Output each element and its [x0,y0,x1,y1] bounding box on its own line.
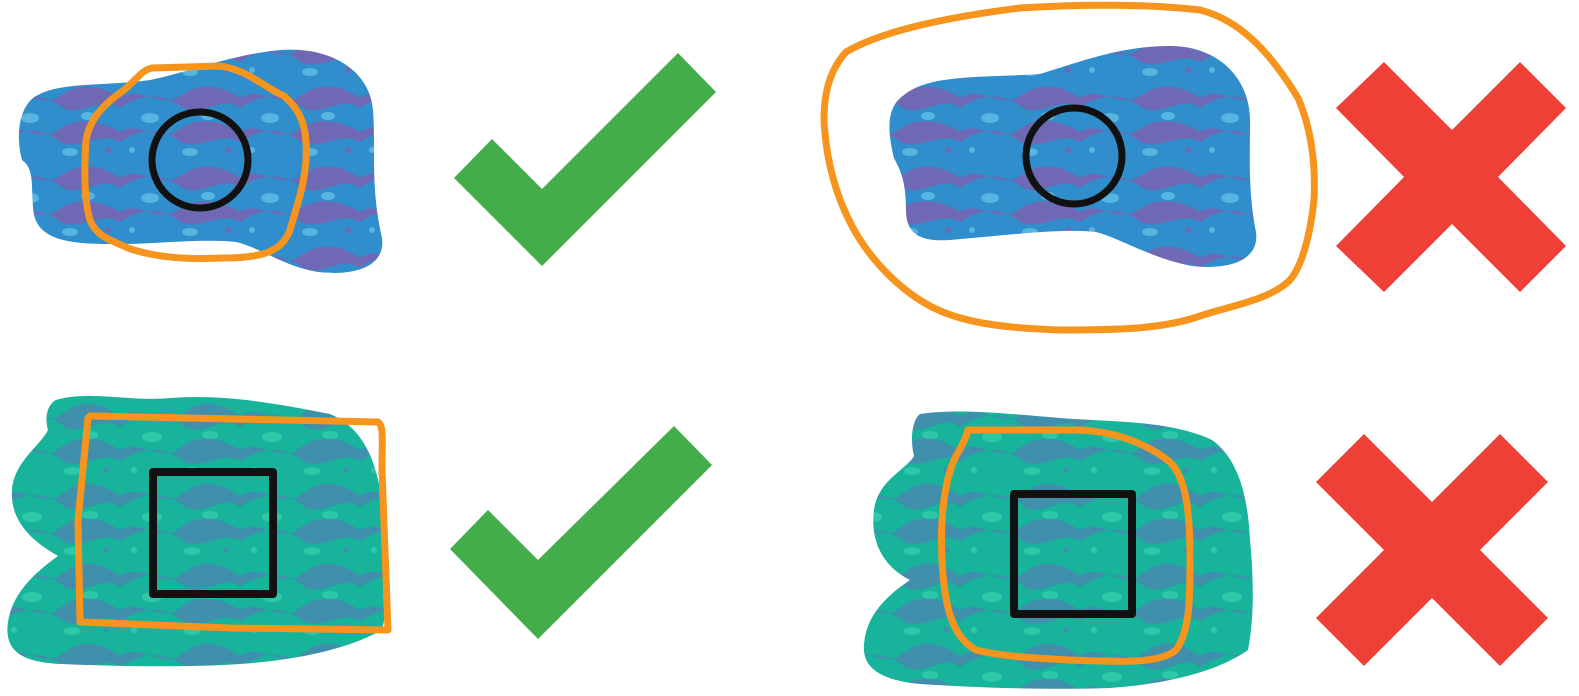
top-left-example [18,49,383,273]
bottom-left-example [7,395,392,667]
bottom-right-example [863,411,1253,689]
cross-icon [1336,62,1566,292]
cross-icon [1316,434,1548,666]
check-icon [450,426,712,639]
check-icon [454,53,716,266]
blob-blue-shape [889,46,1257,267]
top-right-example [820,1,1318,334]
blob-blue-shape [18,49,383,273]
blob-green-shape [863,411,1253,689]
selection-examples-diagram [7,1,1566,689]
